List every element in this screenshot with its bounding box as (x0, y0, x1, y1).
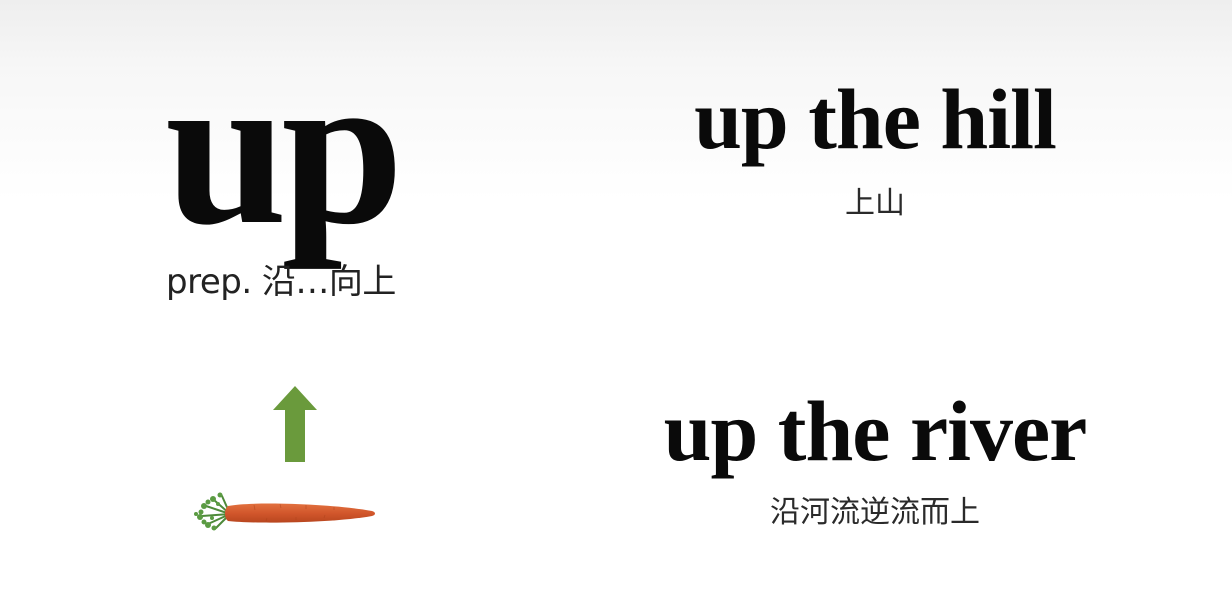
example-phrase-1-translation: 上山 (845, 186, 905, 221)
example-phrase-2: up the river (663, 383, 1088, 479)
headword: up (165, 26, 404, 270)
example-phrase-1: up the hill (694, 71, 1057, 167)
up-arrow-icon (273, 386, 317, 462)
example-phrase-2-translation: 沿河流逆流而上 (770, 495, 980, 530)
headword-definition: prep. 沿…向上 (166, 262, 396, 302)
carrot-icon (194, 492, 375, 531)
